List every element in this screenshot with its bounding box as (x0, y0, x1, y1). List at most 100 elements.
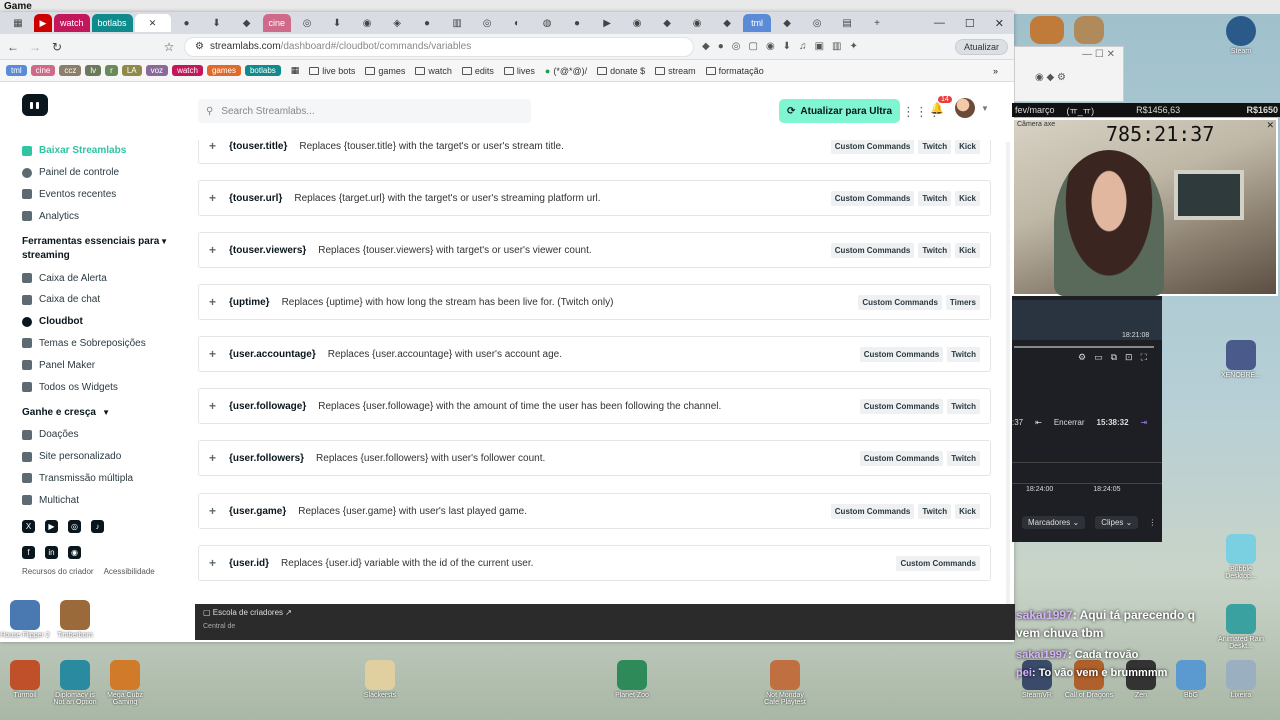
youtube-icon[interactable]: ▶ (45, 519, 58, 533)
bookmark-chip-6[interactable]: voz (145, 65, 169, 76)
expand-plus-icon[interactable]: + (209, 295, 229, 309)
sidebar-item-multistream[interactable]: Transmissão múltipla (22, 468, 178, 490)
url-field[interactable]: ⚙ streamlabs.com/dashboard#/cloudbot/com… (184, 36, 694, 57)
sidebar-item-chat[interactable]: Caixa de chat (22, 289, 178, 311)
more-icon[interactable]: ⋮ (1148, 518, 1156, 527)
x-icon[interactable]: X (22, 519, 35, 533)
discord-icon[interactable]: ◉ (68, 545, 81, 559)
sidebar-item-widgets[interactable]: Todos os Widgets (22, 376, 178, 398)
close-icon[interactable]: ✕ (995, 17, 1004, 30)
bookmark-formatacao[interactable]: formatação (705, 66, 764, 76)
desktop-icon[interactable]: Animated Rain Deskt... (1216, 604, 1266, 650)
expand-plus-icon[interactable]: + (209, 243, 229, 257)
page-scrollbar[interactable] (1006, 142, 1010, 632)
tab-6[interactable]: tml (743, 14, 772, 32)
desktop-icon[interactable]: Diplomacy is Not an Option (50, 660, 100, 706)
creator-school-link[interactable]: ▢ Escola de criadores ↗ (203, 608, 1007, 617)
variable-row[interactable]: + {touser.title} Replaces {touser.title} w… (198, 140, 991, 164)
ext-icon-4[interactable]: ▢ (748, 41, 757, 52)
creator-resources-link[interactable]: Recursos do criador (22, 567, 94, 576)
facebook-icon[interactable]: f (22, 545, 35, 559)
forward-icon[interactable]: → (28, 40, 42, 54)
tab-icon-r[interactable]: ◆ (713, 14, 741, 32)
tab-icon-l[interactable]: ◍ (533, 14, 561, 32)
expand-plus-icon[interactable]: + (209, 556, 229, 570)
expand-plus-icon[interactable]: + (209, 399, 229, 413)
tab-icon-j[interactable]: ◎ (473, 14, 501, 32)
bookmark-chip-9[interactable]: botlabs (244, 65, 281, 76)
desktop-icon[interactable]: Slackersts (355, 660, 405, 699)
tab-active[interactable]: ✕ (134, 14, 171, 32)
tab-icon-k[interactable]: ◐ (503, 14, 531, 32)
upgrade-ultra-button[interactable]: ⟳ Atualizar para Ultra (779, 99, 901, 123)
desktop-icon[interactable]: Not Monday Cafe Playtest (760, 660, 810, 706)
download-icon[interactable]: ⬇ (783, 41, 791, 52)
tab-icon-u[interactable]: ▤ (833, 14, 861, 32)
obs-jump-icon[interactable]: ⇥ (1141, 418, 1148, 427)
tab-icon-m[interactable]: ● (563, 14, 591, 32)
tab-2[interactable]: watch (54, 14, 90, 32)
sidebar-item-temas[interactable]: Temas e Sobreposições (22, 333, 178, 355)
ext-icon-5[interactable]: ◉ (766, 41, 775, 52)
desktop-icon[interactable]: Timberborn (50, 600, 100, 639)
screen-icon[interactable]: ▭ (1094, 352, 1103, 363)
ext-icon-1[interactable]: ◆ (702, 41, 710, 52)
tab-5[interactable]: cine (262, 14, 292, 32)
variable-row[interactable]: + {user.followers} Replaces {user.follower… (198, 440, 991, 476)
mini-window-controls[interactable]: — ☐ ✕ (1015, 47, 1123, 62)
markers-dropdown[interactable]: Marcadores ⌄ (1022, 516, 1086, 529)
tab-icon-h[interactable]: ● (413, 14, 441, 32)
bookmark-chip-5[interactable]: LA (121, 65, 142, 76)
desktop-icon[interactable]: Planet Zoo (607, 660, 657, 699)
variable-row[interactable]: + {uptime} Replaces {uptime} with how long… (198, 284, 991, 320)
sidebar-item-cloudbot[interactable]: Cloudbot (22, 311, 178, 333)
tab-icon-c[interactable]: ◆ (233, 14, 261, 32)
tab-icon-e[interactable]: ⬇ (323, 14, 351, 32)
variable-row[interactable]: + {touser.viewers} Replaces {touser.viewer… (198, 232, 991, 268)
sidebar-item-painel[interactable]: Painel de controle (22, 162, 178, 184)
apps-grid-icon[interactable]: ▦ (291, 65, 300, 76)
bookmark-live-bots[interactable]: live bots (309, 66, 355, 76)
tab-icon-t[interactable]: ◎ (803, 14, 831, 32)
desktop-icon[interactable]: Mega Cubz Gaming (100, 660, 150, 706)
sidebar-item-panel-maker[interactable]: Panel Maker (22, 354, 178, 376)
expand-plus-icon[interactable]: + (209, 191, 229, 205)
ext-icon-2[interactable]: ● (718, 41, 724, 52)
tab-icon-b[interactable]: ⬇ (203, 14, 231, 32)
bookmark-games[interactable]: games (365, 66, 405, 76)
sidebar-item-doacoes[interactable]: Doações (22, 424, 178, 446)
variable-row[interactable]: + {touser.url} Replaces {target.url} with … (198, 180, 991, 216)
expand-plus-icon[interactable]: + (209, 347, 229, 361)
obs-end-button[interactable]: Encerrar (1054, 418, 1085, 427)
crop-icon[interactable]: ⊡ (1125, 352, 1133, 363)
bookmark-chip-2[interactable]: ccz (59, 65, 82, 76)
fullscreen-icon[interactable]: ⛶ (1141, 352, 1147, 363)
desktop-icon[interactable]: Bubble Desktop... (1216, 534, 1266, 580)
tab-icon-f[interactable]: ◉ (353, 14, 381, 32)
avatar[interactable] (955, 98, 975, 118)
ext-icon-3[interactable]: ◎ (732, 41, 741, 52)
new-tab-icon[interactable]: + (863, 14, 891, 32)
tab-icon-d[interactable]: ◎ (293, 14, 321, 32)
search-input[interactable]: ⚲ Search Streamlabs... (198, 99, 531, 123)
tab-icon-q[interactable]: ◉ (683, 14, 711, 32)
sidebar-item-analytics[interactable]: Analytics (22, 205, 178, 227)
music-icon[interactable]: ♫ (799, 41, 807, 52)
obs-progress-bar[interactable] (1014, 346, 1154, 348)
notification-bell-icon[interactable]: 🔔 (930, 102, 944, 115)
tab-1[interactable]: ▶ (34, 14, 52, 32)
bookmark-chip-4[interactable]: r (105, 65, 118, 76)
obs-arrow-icon[interactable]: ⇤ (1035, 418, 1042, 427)
sidebar-item-site[interactable]: Site personalizado (22, 446, 178, 468)
more-bookmarks-icon[interactable]: » (993, 66, 998, 76)
sidebar-section-tools[interactable]: Ferramentas essenciais para streaming ▼ (22, 235, 170, 263)
steam-desktop-icon[interactable]: Steam (1216, 16, 1266, 55)
bookmark-lives[interactable]: lives (503, 66, 535, 76)
bookmark-chip-7[interactable]: watch (172, 65, 203, 76)
tab-icon-o[interactable]: ◉ (623, 14, 651, 32)
ext-icon-8[interactable]: ✦ (849, 41, 857, 52)
tab-icon-p[interactable]: ◆ (653, 14, 681, 32)
bookmark-chip-0[interactable]: tml (6, 65, 27, 76)
accessibility-link[interactable]: Acessibilidade (104, 567, 155, 576)
variable-row[interactable]: + {user.game} Replaces {user.game} with us… (198, 493, 991, 529)
